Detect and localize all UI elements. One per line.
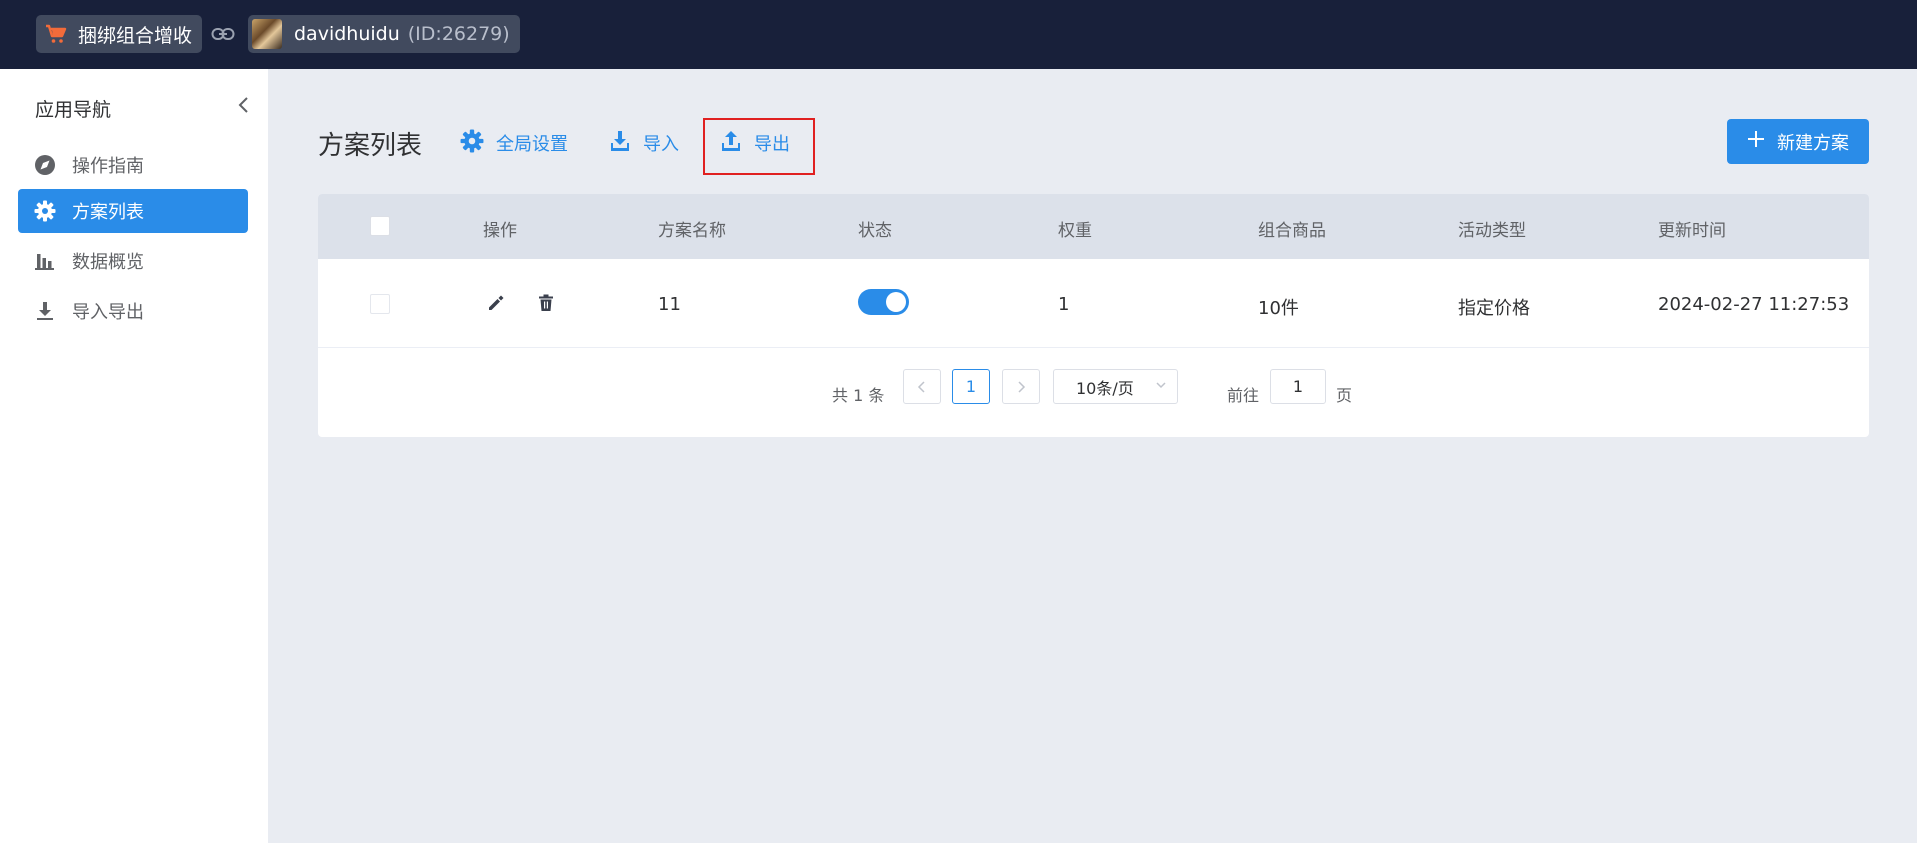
chevron-left-icon[interactable] bbox=[236, 96, 252, 114]
prev-page-button[interactable] bbox=[903, 369, 941, 404]
import-label: 导入 bbox=[643, 134, 679, 155]
page-button-current[interactable]: 1 bbox=[952, 369, 990, 404]
top-bar: 捆绑组合增收 davidhuidu (ID:26279) bbox=[0, 0, 1917, 69]
export-label: 导出 bbox=[754, 134, 790, 155]
column-header: 操作 bbox=[483, 221, 517, 241]
trash-icon[interactable] bbox=[536, 293, 556, 313]
sidebar-title: 应用导航 bbox=[35, 99, 112, 121]
plan-name: 11 bbox=[658, 294, 681, 315]
plan-updated-time: 2024-02-27 11:27:53 bbox=[1658, 294, 1850, 315]
link-icon bbox=[211, 28, 235, 40]
sidebar-item-label: 方案列表 bbox=[72, 202, 144, 223]
column-header: 更新时间 bbox=[1658, 221, 1726, 241]
goto-label: 前往 bbox=[1227, 386, 1260, 405]
column-header: 方案名称 bbox=[658, 221, 726, 241]
plan-products: 10件 bbox=[1258, 298, 1299, 319]
plus-icon bbox=[1747, 130, 1765, 153]
new-plan-label: 新建方案 bbox=[1777, 132, 1849, 154]
cart-icon bbox=[44, 22, 68, 46]
column-header: 权重 bbox=[1058, 221, 1092, 241]
bar-chart-icon bbox=[34, 250, 56, 272]
export-icon bbox=[720, 130, 742, 157]
column-header: 活动类型 bbox=[1458, 221, 1526, 241]
export-button[interactable]: 导出 bbox=[720, 128, 790, 158]
column-header: 组合商品 bbox=[1258, 221, 1326, 241]
gear-icon bbox=[460, 129, 484, 158]
chevron-down-icon bbox=[1156, 382, 1166, 389]
sidebar-item-label: 操作指南 bbox=[72, 156, 144, 177]
gear-icon bbox=[34, 200, 56, 222]
table-header: 操作 方案名称 状态 权重 组合商品 活动类型 更新时间 bbox=[318, 194, 1869, 259]
table-row: 11 1 10件 指定价格 2024-02-27 11:27:53 bbox=[318, 259, 1869, 348]
sidebar: 应用导航 操作指南 方案列表 数据概览 导入导出 bbox=[0, 69, 268, 843]
app-chip[interactable]: 捆绑组合增收 bbox=[36, 15, 203, 53]
avatar bbox=[252, 19, 282, 49]
import-button[interactable]: 导入 bbox=[609, 128, 679, 158]
plan-weight: 1 bbox=[1058, 294, 1070, 315]
sidebar-item-label: 数据概览 bbox=[72, 252, 144, 273]
import-icon bbox=[609, 130, 631, 157]
chevron-right-icon bbox=[1018, 380, 1026, 393]
sidebar-item-import-export[interactable]: 导入导出 bbox=[18, 289, 248, 333]
status-toggle[interactable] bbox=[858, 289, 909, 315]
row-checkbox[interactable] bbox=[370, 294, 390, 314]
select-all-checkbox[interactable] bbox=[370, 216, 390, 236]
goto-suffix: 页 bbox=[1336, 386, 1353, 405]
sidebar-item-data-overview[interactable]: 数据概览 bbox=[18, 239, 248, 283]
sidebar-item-label: 导入导出 bbox=[72, 302, 144, 323]
app-name: 捆绑组合增收 bbox=[78, 24, 193, 47]
sidebar-item-plan-list[interactable]: 方案列表 bbox=[18, 189, 248, 233]
user-id: (ID:26279) bbox=[407, 23, 510, 45]
compass-icon bbox=[34, 154, 56, 176]
sidebar-item-guide[interactable]: 操作指南 bbox=[18, 143, 248, 187]
toggle-knob bbox=[886, 292, 906, 312]
user-name: davidhuidu bbox=[294, 23, 400, 45]
next-page-button[interactable] bbox=[1002, 369, 1040, 404]
page-title: 方案列表 bbox=[318, 131, 423, 161]
page-size-value: 10条/页 bbox=[1076, 378, 1134, 398]
chevron-left-icon bbox=[917, 380, 925, 393]
pagination: 共 1 条 1 10条/页 前往 页 bbox=[318, 348, 1869, 437]
edit-icon[interactable] bbox=[486, 293, 506, 313]
goto-page-input[interactable] bbox=[1270, 369, 1326, 404]
pagination-total: 共 1 条 bbox=[832, 386, 885, 405]
column-header: 状态 bbox=[858, 221, 892, 241]
user-chip[interactable]: davidhuidu (ID:26279) bbox=[248, 15, 520, 53]
global-settings-label: 全局设置 bbox=[496, 134, 568, 155]
download-icon bbox=[34, 300, 56, 322]
plan-table: 操作 方案名称 状态 权重 组合商品 活动类型 更新时间 11 1 10件 指定… bbox=[318, 194, 1869, 437]
global-settings-button[interactable]: 全局设置 bbox=[460, 128, 568, 158]
page-size-select[interactable]: 10条/页 bbox=[1053, 369, 1178, 404]
plan-activity-type: 指定价格 bbox=[1458, 298, 1530, 319]
new-plan-button[interactable]: 新建方案 bbox=[1727, 119, 1869, 164]
